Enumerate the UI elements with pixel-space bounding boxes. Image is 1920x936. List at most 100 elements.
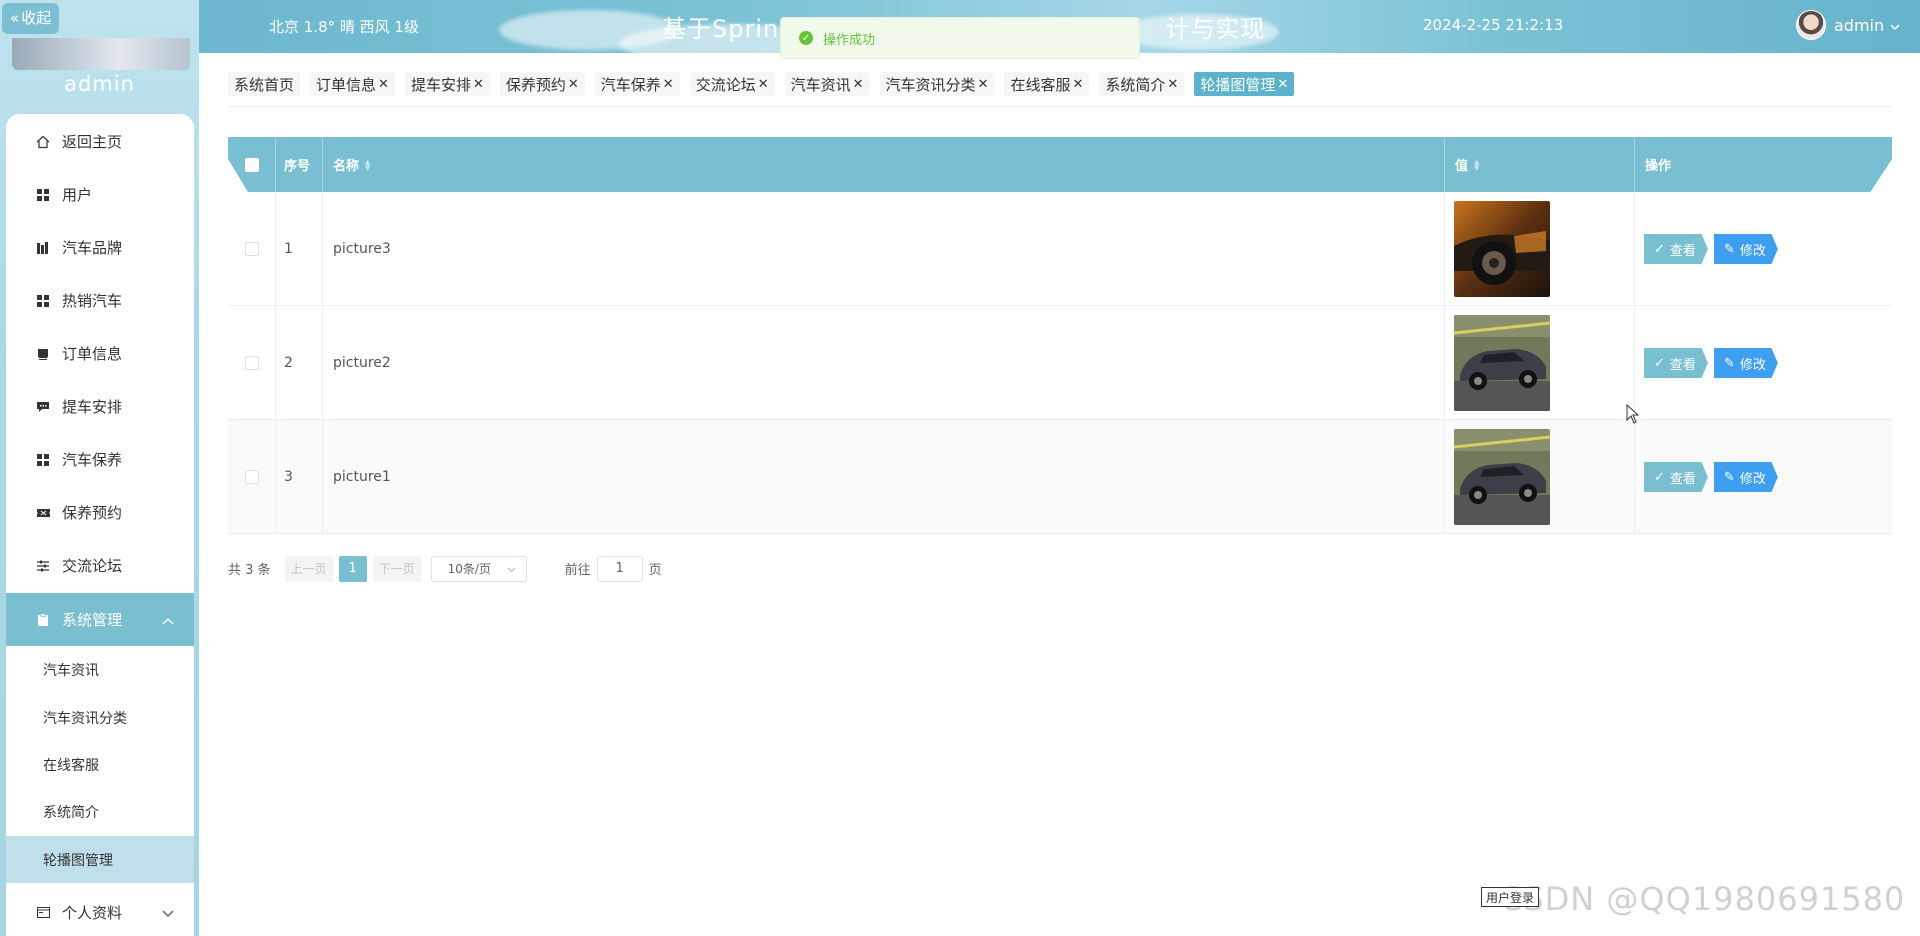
header-value[interactable]: 值 ▲ ▼ <box>1445 137 1635 192</box>
clipboard-icon <box>36 613 50 627</box>
menu-item-appointment[interactable]: 保养预约 <box>6 486 194 539</box>
menu-item-label: 热销汽车 <box>62 292 123 310</box>
row-checkbox[interactable] <box>244 356 259 370</box>
menu-item-user[interactable]: 用户 <box>6 168 194 221</box>
header-select-cell <box>228 137 276 192</box>
menu-item-system[interactable]: 系统管理 <box>6 593 194 646</box>
chevron-up-icon <box>162 611 174 629</box>
tag-carousel[interactable]: 轮播图管理 ✕ <box>1194 72 1295 96</box>
submenu-online-service[interactable]: 在线客服 <box>6 741 194 788</box>
menu-item-home[interactable]: 返回主页 <box>6 115 194 168</box>
page-size-value: 10条/页 <box>447 562 491 576</box>
close-icon[interactable]: ✕ <box>758 77 769 92</box>
sliders-icon <box>36 559 50 573</box>
tag-orders[interactable]: 订单信息 ✕ <box>310 72 395 96</box>
menu-item-pickup[interactable]: 提车安排 <box>6 380 194 433</box>
chevron-down-icon <box>507 562 516 576</box>
submenu-news-category[interactable]: 汽车资讯分类 <box>6 694 194 741</box>
tag-online-service[interactable]: 在线客服 ✕ <box>1004 72 1090 96</box>
tag-pickup[interactable]: 提车安排 ✕ <box>404 72 490 96</box>
login-badge[interactable]: 用户登录 <box>1481 887 1540 907</box>
close-icon[interactable]: ✕ <box>1277 77 1288 92</box>
menu-item-profile[interactable]: 个人资料 <box>6 886 194 936</box>
car-image-thumbnail[interactable] <box>1454 315 1550 411</box>
tag-label: 提车安排 <box>410 75 471 94</box>
collapse-button[interactable]: « 收起 <box>2 3 60 34</box>
grid-icon <box>36 453 50 467</box>
sort-icon[interactable]: ▲ ▼ <box>365 158 370 171</box>
row-checkbox[interactable] <box>244 470 259 484</box>
goto-prefix: 前往 <box>564 563 591 578</box>
close-icon[interactable]: ✕ <box>568 77 579 92</box>
chevron-down-icon <box>162 904 174 922</box>
close-icon[interactable]: ✕ <box>473 77 484 92</box>
page-size-select[interactable]: 10条/页 <box>430 555 527 582</box>
row-value <box>1445 306 1635 420</box>
tag-appointment[interactable]: 保养预约 ✕ <box>499 72 585 96</box>
next-page-button[interactable]: 下一页 <box>372 555 421 582</box>
sidebar-menu: 返回主页 用户 汽车品牌 热销汽车 订单信息 提车安排 汽车保养 保养预约 交流… <box>6 114 194 936</box>
close-icon[interactable]: ✕ <box>853 77 864 92</box>
tag-system-intro[interactable]: 系统简介 ✕ <box>1099 72 1185 96</box>
row-actions: ✓ 查看 ✎ 修改 <box>1635 192 1892 306</box>
tag-label: 在线客服 <box>1010 75 1071 94</box>
menu-item-label: 汽车品牌 <box>62 239 123 257</box>
tag-home[interactable]: 系统首页 <box>228 72 301 96</box>
menu-item-hot-cars[interactable]: 热销汽车 <box>6 274 194 327</box>
check-icon: ✓ <box>1654 355 1665 371</box>
menu-item-orders[interactable]: 订单信息 <box>6 327 194 380</box>
sort-icon[interactable]: ▲ ▼ <box>1474 158 1479 171</box>
goto-page-input[interactable] <box>596 555 643 582</box>
pagination: 共 3 条 上一页 1 下一页 10条/页 前往 页 <box>228 555 662 582</box>
check-icon: ✓ <box>1654 469 1665 485</box>
view-button[interactable]: ✓ 查看 <box>1644 462 1708 492</box>
ticket-icon <box>36 506 50 520</box>
edit-button[interactable]: ✎ 修改 <box>1713 234 1778 264</box>
toast-message: 操作成功 <box>823 32 876 48</box>
tag-news-category[interactable]: 汽车资讯分类 ✕ <box>879 72 995 96</box>
edit-label: 修改 <box>1739 471 1766 487</box>
user-name: admin <box>1834 15 1885 35</box>
check-icon: ✓ <box>1654 241 1665 257</box>
row-value <box>1445 192 1635 306</box>
edit-button[interactable]: ✎ 修改 <box>1713 348 1778 378</box>
edit-button[interactable]: ✎ 修改 <box>1713 462 1778 492</box>
menu-item-maintenance[interactable]: 汽车保养 <box>6 433 194 486</box>
table-row: 1 picture3 ✓ 查看 ✎ 修改 <box>228 192 1892 306</box>
view-button[interactable]: ✓ 查看 <box>1644 234 1708 264</box>
menu-item-forum[interactable]: 交流论坛 <box>6 539 194 592</box>
page-number-current[interactable]: 1 <box>338 555 367 582</box>
submenu-system-intro[interactable]: 系统简介 <box>6 788 194 835</box>
user-menu[interactable]: admin <box>1796 10 1900 40</box>
tag-maintenance[interactable]: 汽车保养 ✕ <box>594 72 680 96</box>
close-icon[interactable]: ✕ <box>378 77 389 92</box>
menu-item-car-brand[interactable]: 汽车品牌 <box>6 221 194 274</box>
menu-item-label: 交流论坛 <box>62 557 123 575</box>
header-name[interactable]: 名称 ▲ ▼ <box>323 137 1445 192</box>
grid-icon <box>36 188 50 202</box>
view-label: 查看 <box>1669 243 1696 259</box>
row-actions: ✓ 查看 ✎ 修改 <box>1635 420 1892 534</box>
car-image-thumbnail[interactable] <box>1454 429 1550 525</box>
submenu-carousel[interactable]: 轮播图管理 <box>6 836 194 883</box>
row-select-cell <box>228 192 276 306</box>
tag-forum[interactable]: 交流论坛 ✕ <box>689 72 775 96</box>
close-icon[interactable]: ✕ <box>978 77 989 92</box>
select-all-checkbox[interactable] <box>244 157 259 172</box>
table-row: 2 picture2 ✓ 查看 ✎ 修改 <box>228 306 1892 420</box>
header-value-label: 值 <box>1455 159 1469 174</box>
view-label: 查看 <box>1669 357 1696 373</box>
system-title-head: 基于Spring <box>662 15 796 43</box>
view-label: 查看 <box>1669 471 1696 487</box>
close-icon[interactable]: ✕ <box>1167 77 1178 92</box>
close-icon[interactable]: ✕ <box>663 77 674 92</box>
tag-car-news[interactable]: 汽车资讯 ✕ <box>784 72 870 96</box>
close-icon[interactable]: ✕ <box>1072 77 1083 92</box>
row-name: picture2 <box>323 306 1445 420</box>
car-image-thumbnail[interactable] <box>1454 201 1550 297</box>
submenu-car-news[interactable]: 汽车资讯 <box>6 646 194 693</box>
view-button[interactable]: ✓ 查看 <box>1644 348 1708 378</box>
row-checkbox[interactable] <box>244 242 259 256</box>
prev-page-button[interactable]: 上一页 <box>284 555 333 582</box>
tag-label: 汽车保养 <box>600 75 661 94</box>
